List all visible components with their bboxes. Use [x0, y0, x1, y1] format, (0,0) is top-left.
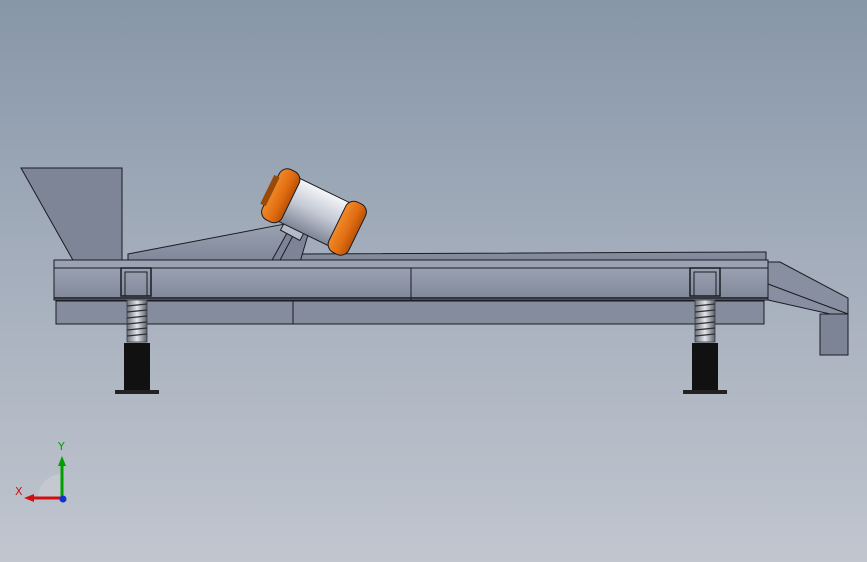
coordinate-triad[interactable]: Y X — [12, 440, 76, 506]
trough-body[interactable] — [53, 259, 769, 325]
discharge-chute[interactable] — [767, 261, 849, 356]
hopper[interactable] — [20, 167, 123, 269]
y-axis-label: Y — [58, 440, 65, 453]
cad-viewport[interactable]: Y X — [0, 0, 867, 562]
x-axis-label: X — [15, 485, 23, 498]
top-cover[interactable] — [127, 223, 767, 263]
vibrating-feeder-model[interactable] — [0, 0, 867, 562]
